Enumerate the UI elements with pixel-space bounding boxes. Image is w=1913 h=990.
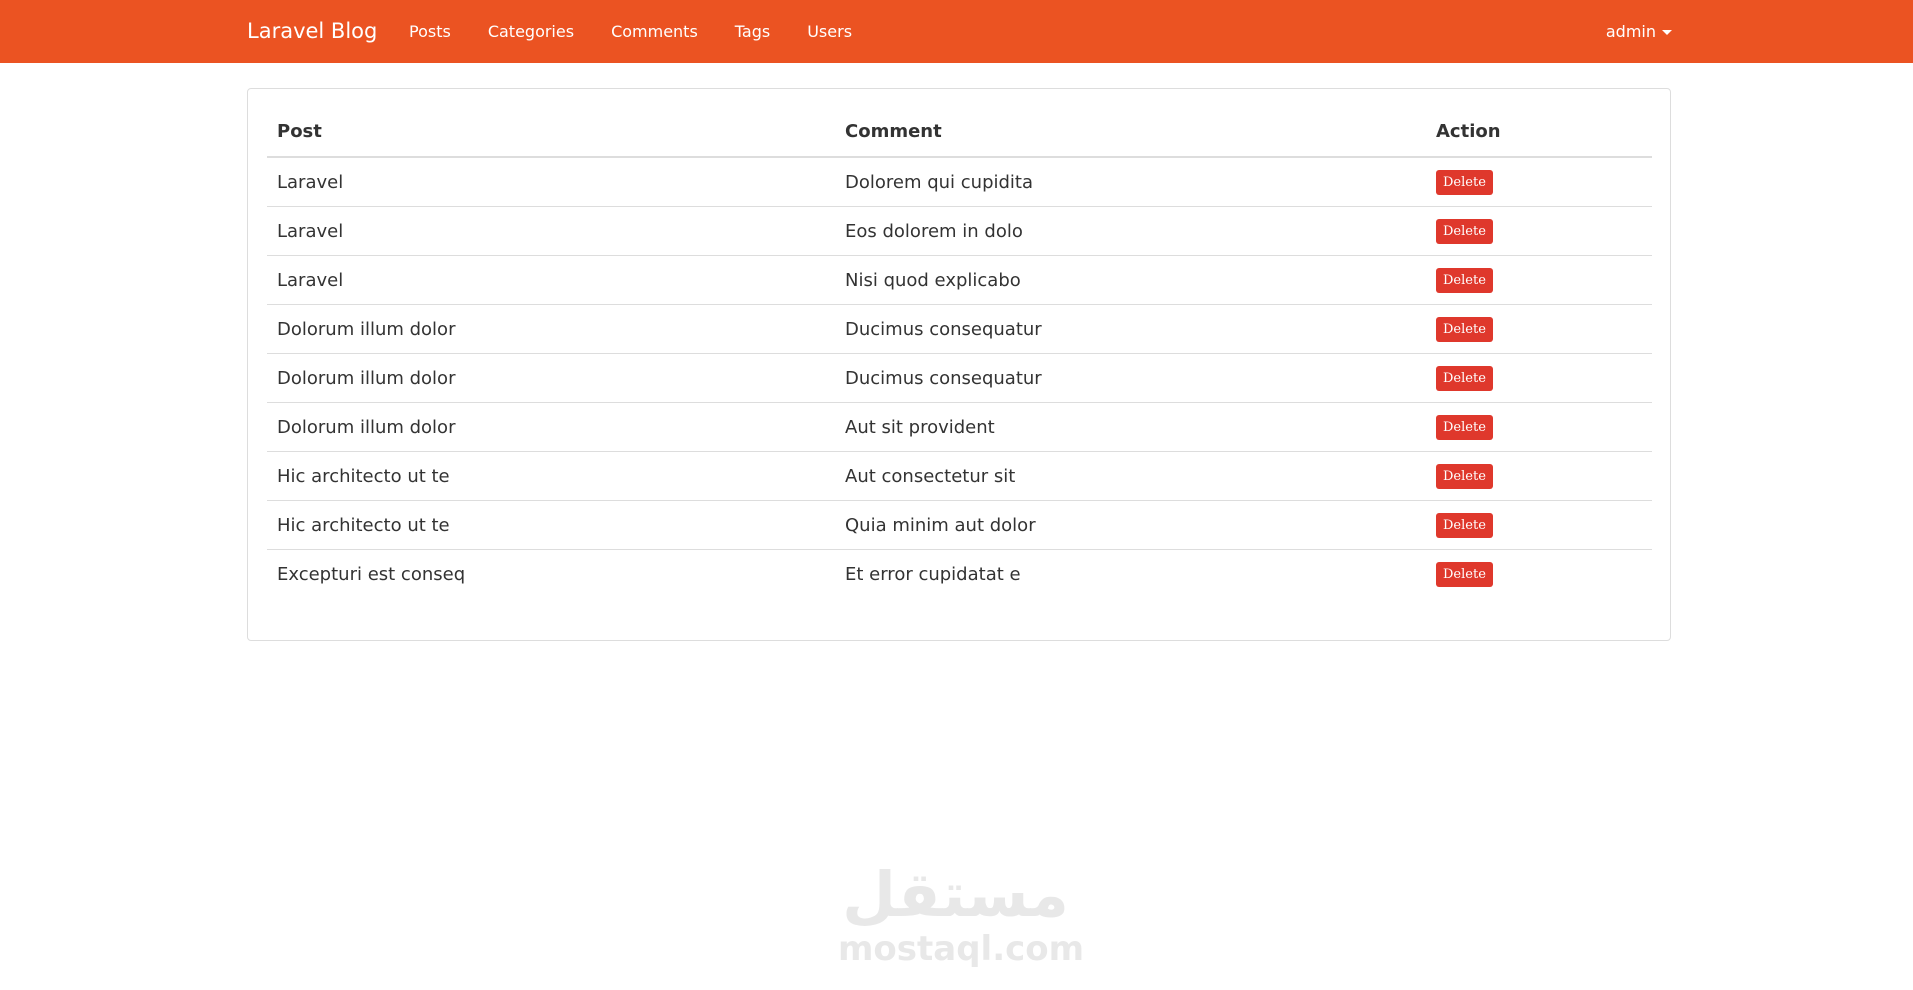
delete-button[interactable]: Delete (1436, 218, 1493, 244)
action-cell: Delete (1426, 304, 1652, 354)
table-row: Laravel Nisi quod explicabo Delete (267, 255, 1652, 305)
table-row: Dolorum illum dolor Aut sit provident De… (267, 402, 1652, 452)
post-cell: Hic architecto ut te (267, 451, 835, 501)
delete-button[interactable]: Delete (1436, 267, 1493, 293)
post-cell: Dolorum illum dolor (267, 402, 835, 452)
table-row: Laravel Eos dolorem in dolo Delete (267, 206, 1652, 256)
post-cell: Laravel (267, 206, 835, 256)
comment-cell: Nisi quod explicabo (835, 255, 1426, 305)
nav-link-tags[interactable]: Tags (735, 22, 770, 41)
user-name: admin (1605, 22, 1656, 41)
action-cell: Delete (1426, 353, 1652, 403)
delete-button[interactable]: Delete (1436, 463, 1493, 489)
caret-down-icon (1662, 30, 1672, 35)
delete-button[interactable]: Delete (1436, 414, 1493, 440)
table-row: Dolorum illum dolor Ducimus consequatur … (267, 304, 1652, 354)
post-cell: Laravel (267, 255, 835, 305)
watermark-arabic-text: مستقل (842, 858, 1069, 931)
post-cell: Hic architecto ut te (267, 500, 835, 550)
comment-cell: Aut sit provident (835, 402, 1426, 452)
action-cell: Delete (1426, 500, 1652, 550)
comment-cell: Quia minim aut dolor (835, 500, 1426, 550)
comments-panel: Post Comment Action Laravel Dolorem qui … (247, 88, 1671, 641)
delete-button[interactable]: Delete (1436, 316, 1493, 342)
delete-button[interactable]: Delete (1436, 561, 1493, 587)
post-cell: Excepturi est conseq (267, 549, 835, 598)
comment-cell: Ducimus consequatur (835, 304, 1426, 354)
comment-cell: Eos dolorem in dolo (835, 206, 1426, 256)
table-row: Excepturi est conseq Et error cupidatat … (267, 549, 1652, 598)
header-post: Post (267, 107, 835, 158)
action-cell: Delete (1426, 402, 1652, 452)
nav-link-posts[interactable]: Posts (409, 22, 451, 41)
watermark-latin-text: mostaql.com (838, 929, 1085, 969)
table-header-row: Post Comment Action (267, 107, 1652, 158)
table-row: Dolorum illum dolor Ducimus consequatur … (267, 353, 1652, 403)
post-cell: Dolorum illum dolor (267, 353, 835, 403)
action-cell: Delete (1426, 206, 1652, 256)
action-cell: Delete (1426, 549, 1652, 598)
header-action: Action (1426, 107, 1652, 158)
nav-link-comments[interactable]: Comments (611, 22, 698, 41)
brand-link[interactable]: Laravel Blog (247, 0, 377, 63)
action-cell: Delete (1426, 255, 1652, 305)
action-cell: Delete (1426, 451, 1652, 501)
comment-cell: Aut consectetur sit (835, 451, 1426, 501)
delete-button[interactable]: Delete (1436, 169, 1493, 195)
table-row: Laravel Dolorem qui cupidita Delete (267, 157, 1652, 207)
mostaql-watermark-logo: مستقل mostaql.com (838, 858, 1085, 970)
post-cell: Dolorum illum dolor (267, 304, 835, 354)
comment-cell: Dolorem qui cupidita (845, 171, 1034, 193)
navbar-container: Laravel Blog Posts Categories Comments T… (247, 0, 1672, 63)
action-cell: Delete (1426, 157, 1652, 207)
post-cell: Laravel (277, 171, 344, 193)
table-row: Hic architecto ut te Quia minim aut dolo… (267, 500, 1652, 550)
nav-link-users[interactable]: Users (807, 22, 852, 41)
comments-table: Post Comment Action Laravel Dolorem qui … (267, 107, 1652, 598)
comment-cell: Ducimus consequatur (835, 353, 1426, 403)
table-row: Hic architecto ut te Aut consectetur sit… (267, 451, 1652, 501)
delete-button[interactable]: Delete (1436, 512, 1493, 538)
header-comment: Comment (835, 107, 1426, 158)
top-navbar: Laravel Blog Posts Categories Comments T… (0, 0, 1913, 63)
delete-button[interactable]: Delete (1436, 365, 1493, 391)
nav-link-categories[interactable]: Categories (488, 22, 574, 41)
user-menu-dropdown[interactable]: admin (1606, 0, 1672, 63)
nav-links: Posts Categories Comments Tags Users (409, 0, 889, 63)
comment-cell: Et error cupidatat e (835, 549, 1426, 598)
